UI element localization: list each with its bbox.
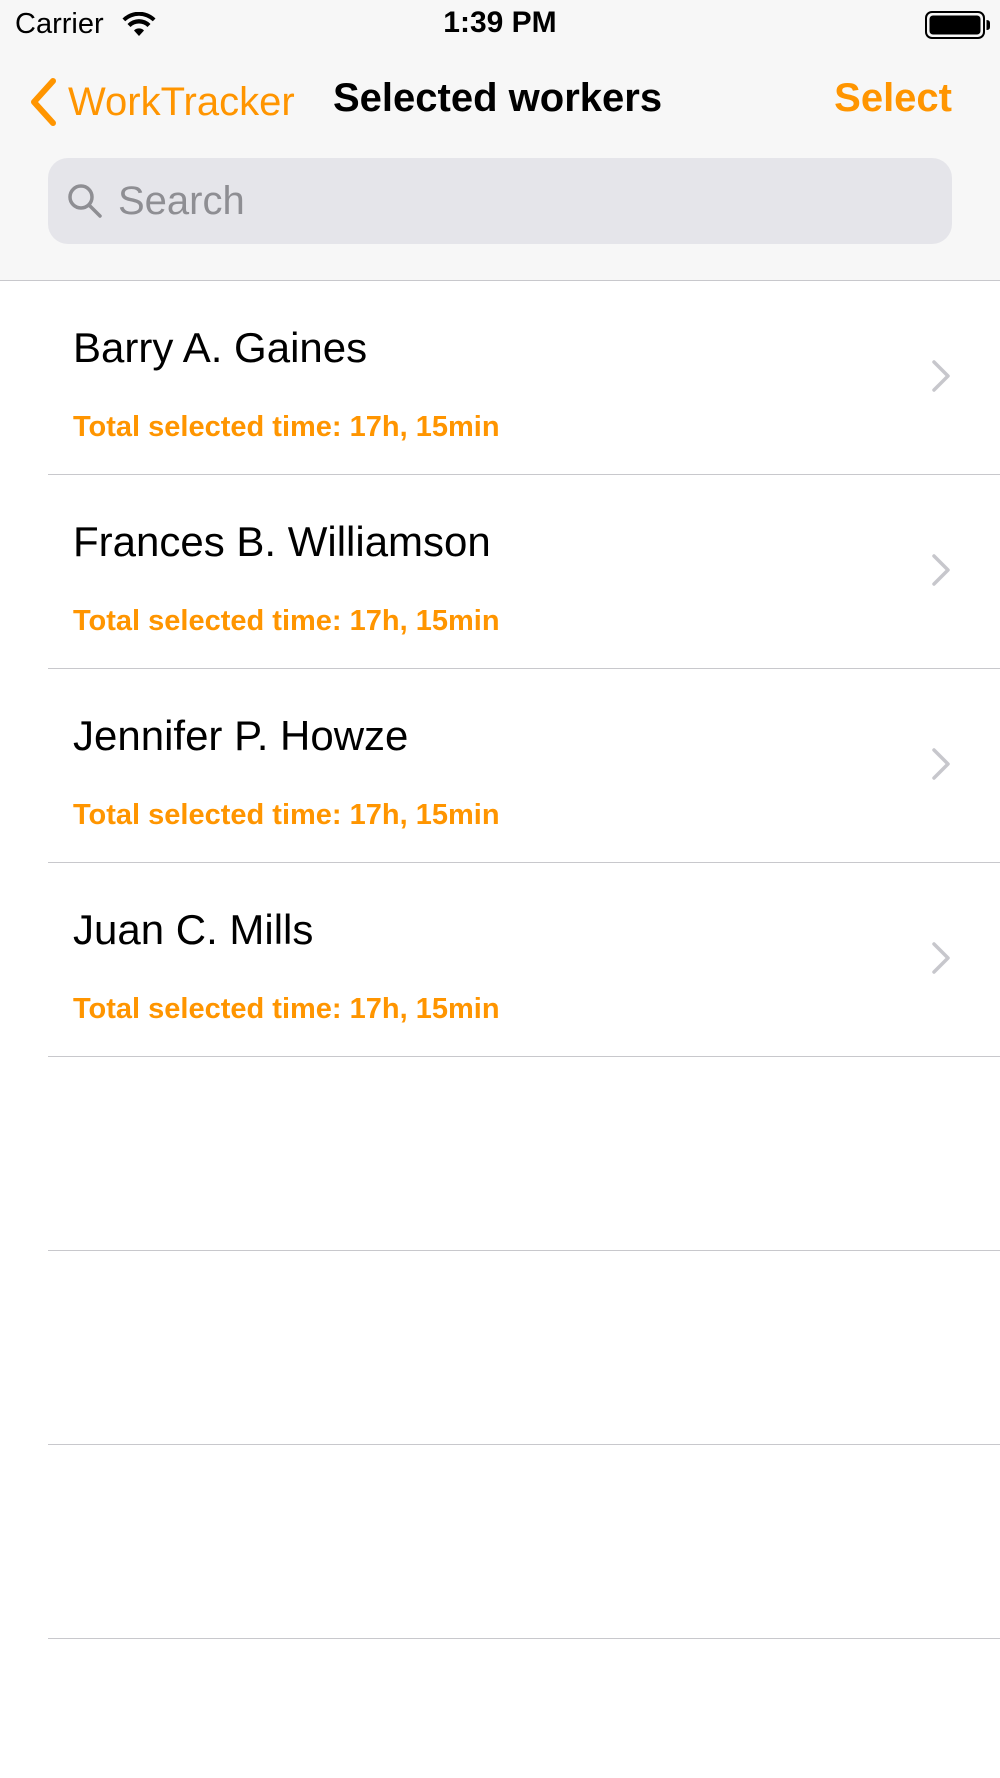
chevron-left-icon bbox=[31, 78, 56, 126]
back-button-label: WorkTracker bbox=[68, 79, 295, 124]
worker-total-time: Total selected time: 17h, 15min bbox=[73, 605, 500, 637]
list-item[interactable]: Barry A. Gaines Total selected time: 17h… bbox=[48, 281, 1000, 475]
worker-total-time: Total selected time: 17h, 15min bbox=[73, 993, 500, 1025]
list-item[interactable]: Frances B. Williamson Total selected tim… bbox=[48, 475, 1000, 669]
worker-total-time: Total selected time: 17h, 15min bbox=[73, 411, 500, 443]
chevron-right-icon bbox=[932, 942, 950, 974]
worker-name: Barry A. Gaines bbox=[73, 324, 368, 371]
list-item[interactable]: Jennifer P. Howze Total selected time: 1… bbox=[48, 669, 1000, 863]
battery-icon bbox=[925, 11, 990, 39]
chevron-right-icon bbox=[932, 748, 950, 780]
search-field[interactable] bbox=[48, 158, 952, 244]
worker-name: Jennifer P. Howze bbox=[73, 712, 409, 759]
search-icon bbox=[68, 184, 102, 218]
chevron-right-icon bbox=[932, 554, 950, 586]
worker-name: Frances B. Williamson bbox=[73, 518, 491, 565]
chevron-right-icon bbox=[932, 360, 950, 392]
worker-total-time: Total selected time: 17h, 15min bbox=[73, 799, 500, 831]
empty-row bbox=[48, 1251, 1000, 1445]
empty-row bbox=[48, 1445, 1000, 1639]
workers-list: Barry A. Gaines Total selected time: 17h… bbox=[0, 281, 1000, 1639]
page-title: Selected workers bbox=[333, 76, 663, 120]
empty-row bbox=[48, 1057, 1000, 1251]
status-bar: Carrier 1:39 PM bbox=[0, 0, 1000, 50]
list-item[interactable]: Juan C. Mills Total selected time: 17h, … bbox=[48, 863, 1000, 1057]
select-button[interactable]: Select bbox=[834, 76, 952, 121]
navigation-bar: WorkTracker Selected workers Select bbox=[0, 60, 1000, 144]
status-time: 1:39 PM bbox=[443, 6, 557, 39]
top-chrome: Carrier 1:39 PM WorkTracker Selected wor… bbox=[0, 0, 1000, 281]
worker-name: Juan C. Mills bbox=[73, 906, 314, 953]
search-input[interactable] bbox=[118, 178, 898, 224]
back-button[interactable]: WorkTracker bbox=[28, 72, 295, 132]
screen: Carrier 1:39 PM WorkTracker Selected wor… bbox=[0, 0, 1000, 1778]
